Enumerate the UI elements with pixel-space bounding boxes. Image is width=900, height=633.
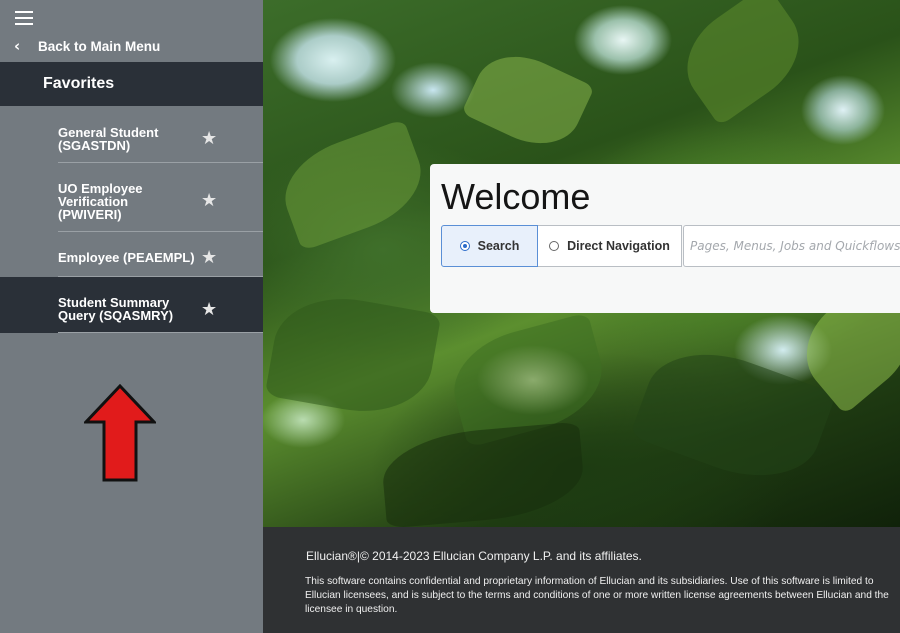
sidebar: ‹ Back to Main Menu Favorites General St… bbox=[0, 0, 263, 633]
search-radio-tab[interactable]: Search bbox=[441, 225, 538, 267]
disclaimer-text: This software contains confidential and … bbox=[305, 576, 889, 615]
divider bbox=[58, 332, 263, 333]
back-to-main-menu-link[interactable]: ‹ Back to Main Menu bbox=[14, 36, 160, 56]
favorites-header: Favorites bbox=[0, 62, 263, 106]
star-icon[interactable]: ★ bbox=[201, 247, 217, 268]
favorite-item-pwiveri[interactable]: UO Employee Verification (PWIVERI) ★ bbox=[0, 163, 263, 232]
favorite-item-label: Employee (PEAEMPL) bbox=[58, 250, 195, 265]
favorite-item-label: Student Summary Query (SQASMRY) bbox=[58, 295, 174, 323]
star-icon[interactable]: ★ bbox=[201, 128, 217, 149]
star-icon[interactable]: ★ bbox=[201, 299, 217, 320]
footer: Ellucian®|© 2014-2023 Ellucian Company L… bbox=[263, 527, 900, 633]
hamburger-icon[interactable] bbox=[15, 11, 33, 27]
favorite-item-peaempl[interactable]: Employee (PEAEMPL) ★ bbox=[0, 232, 263, 277]
search-tab-label: Search bbox=[477, 239, 520, 253]
welcome-title: Welcome bbox=[441, 176, 591, 217]
favorite-item-sqasmry[interactable]: Student Summary Query (SQASMRY) ★ bbox=[0, 277, 263, 333]
favorite-item-sgastdn[interactable]: General Student (SGASTDN) ★ bbox=[0, 107, 263, 163]
copyright-text: Ellucian®|© 2014-2023 Ellucian Company L… bbox=[306, 549, 642, 563]
direct-navigation-radio-tab[interactable]: Direct Navigation bbox=[538, 225, 682, 267]
direct-navigation-tab-label: Direct Navigation bbox=[567, 239, 670, 253]
radio-selected-icon bbox=[459, 241, 470, 251]
favorite-item-label: General Student (SGASTDN) bbox=[58, 125, 159, 153]
chevron-left-icon: ‹ bbox=[14, 37, 21, 55]
favorite-item-label: UO Employee Verification (PWIVERI) bbox=[58, 181, 143, 222]
radio-unselected-icon bbox=[549, 241, 560, 251]
red-up-arrow-annotation bbox=[84, 384, 156, 482]
back-label: Back to Main Menu bbox=[38, 38, 161, 54]
search-input[interactable] bbox=[683, 225, 900, 267]
welcome-card: Welcome Search Direct Navigation bbox=[430, 164, 900, 313]
star-icon[interactable]: ★ bbox=[201, 190, 217, 211]
